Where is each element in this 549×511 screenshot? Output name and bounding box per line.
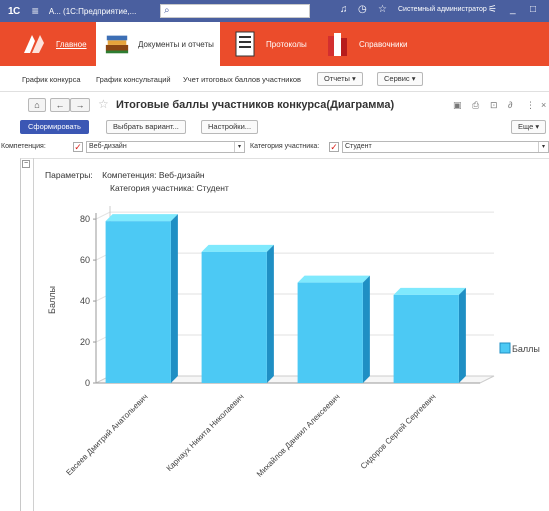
y-tick-label: 0 xyxy=(85,378,90,388)
bar xyxy=(105,221,171,383)
bar-side xyxy=(458,287,466,383)
legend-label: Баллы xyxy=(512,344,540,354)
y-tick-label: 20 xyxy=(80,337,90,347)
bar xyxy=(201,251,267,383)
x-tick-label: Карнаух Никита Николаевич xyxy=(165,392,246,473)
x-tick-label: Сидоров Сергей Сергеевич xyxy=(359,392,438,471)
bar-side xyxy=(266,244,274,383)
y-tick-label: 40 xyxy=(80,296,90,306)
y-tick-label: 80 xyxy=(80,214,90,224)
bar-side xyxy=(170,214,178,383)
bar-top xyxy=(105,214,178,222)
x-tick-label: Евсеев Дмитрий Анатольевич xyxy=(64,392,149,477)
bar-top xyxy=(297,275,370,283)
bar-top xyxy=(393,287,466,295)
gridline-side xyxy=(95,211,111,220)
y-axis-title: Баллы xyxy=(47,286,57,314)
y-tick-label: 60 xyxy=(80,255,90,265)
bar-chart: 0 20 40 60 80 Баллы Евсеев Дмитрий Анатольевич… xyxy=(47,206,540,479)
bar-side xyxy=(362,275,370,383)
legend-swatch xyxy=(499,342,511,354)
x-tick-label: Михайлов Даниил Алексеевич xyxy=(255,392,342,479)
bar xyxy=(393,294,459,383)
bar-top xyxy=(201,244,274,252)
bar xyxy=(297,282,363,383)
